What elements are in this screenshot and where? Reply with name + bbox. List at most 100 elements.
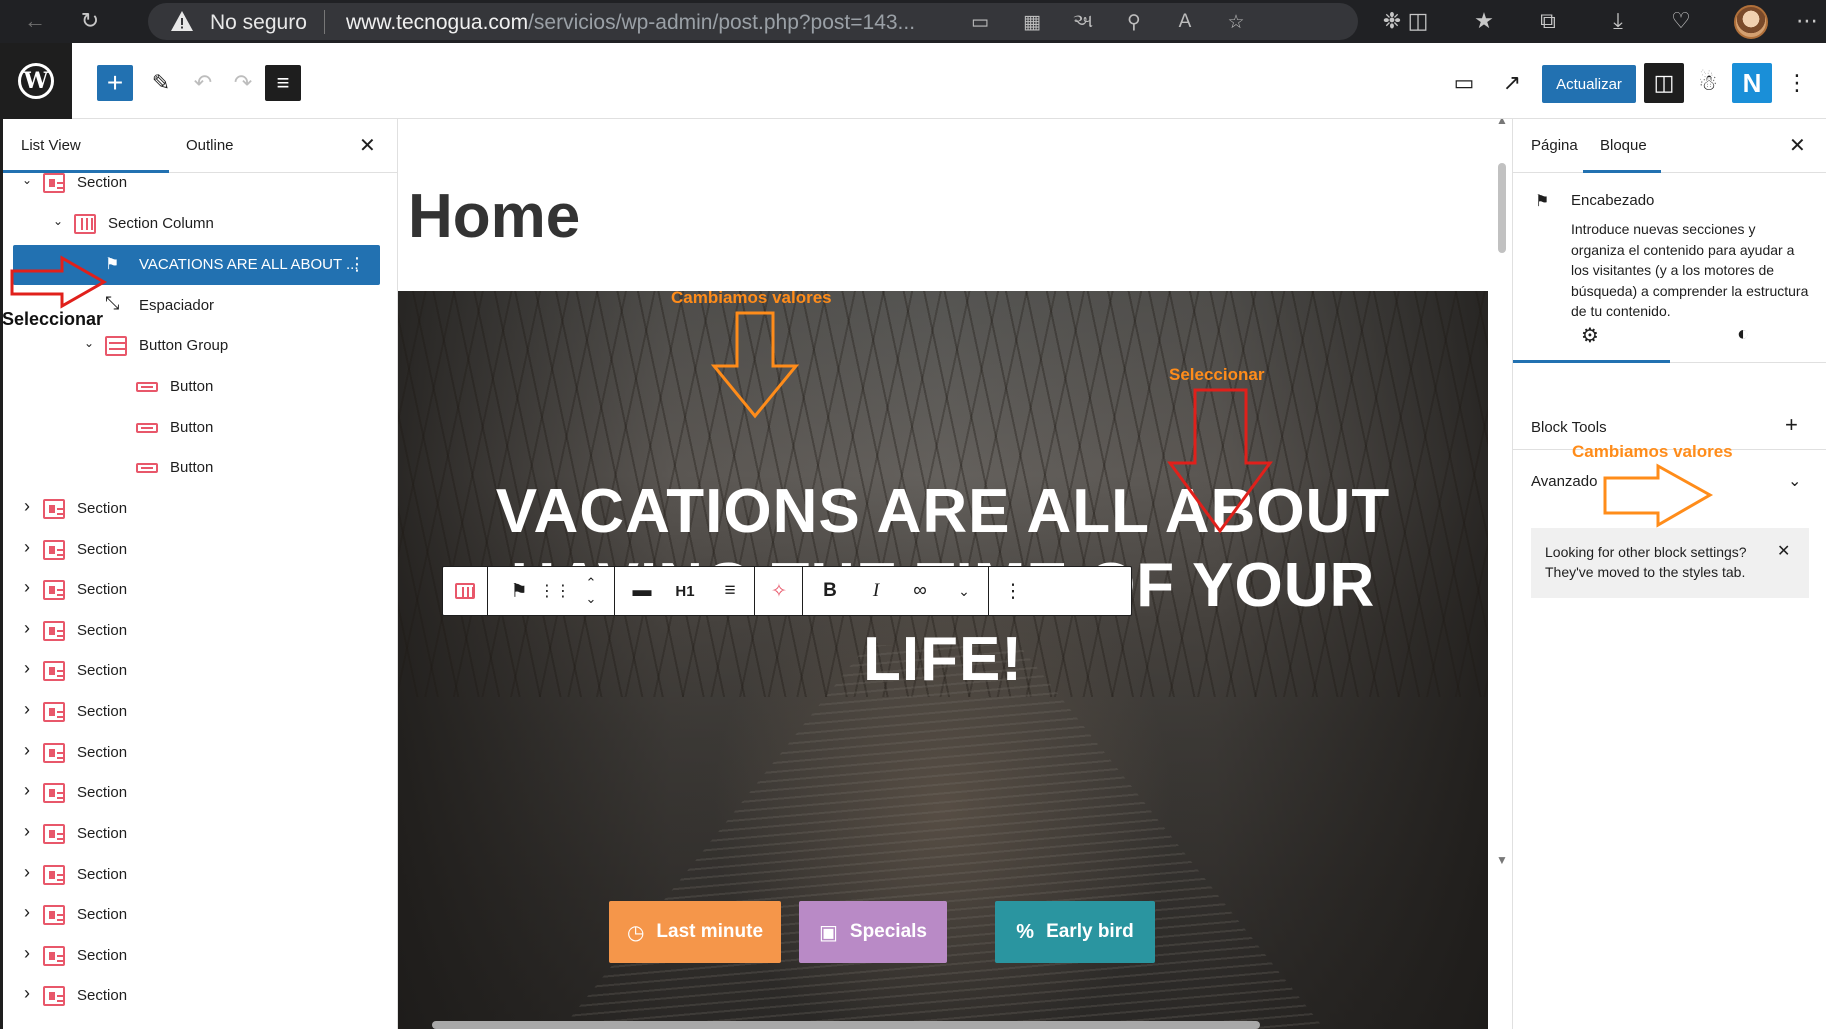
chevron-right-icon[interactable]: › <box>19 618 35 639</box>
vertical-scroll-thumb[interactable] <box>1498 163 1506 253</box>
chevron-down-icon[interactable]: ⌄ <box>50 214 66 228</box>
drag-handle-icon[interactable]: ⋮⋮ <box>537 567 573 615</box>
chevron-right-icon[interactable]: › <box>19 577 35 598</box>
list-item-section[interactable]: › Section <box>3 692 398 732</box>
block-options-icon[interactable]: ⋮ <box>991 567 1035 615</box>
menu-dots-icon[interactable]: ⋯ <box>1792 6 1822 36</box>
zoom-icon[interactable]: ⚲ <box>1121 9 1147 35</box>
list-item-section[interactable]: › Section <box>3 855 398 895</box>
redo-icon[interactable]: ↷ <box>225 65 261 101</box>
heading-bookmark-icon[interactable]: ⚑ <box>501 567 537 615</box>
chevron-down-icon[interactable]: ⌄ <box>19 173 35 187</box>
vertical-scrollbar[interactable]: ▲ ▼ <box>1492 119 1512 1019</box>
chevron-right-icon[interactable]: › <box>19 699 35 720</box>
early-bird-button[interactable]: % Early bird <box>995 901 1155 963</box>
favorite-star-icon[interactable]: ☆ <box>1223 9 1249 35</box>
apps-icon[interactable]: ▦ <box>1019 9 1045 35</box>
favorites-icon[interactable]: ★ <box>1469 6 1499 36</box>
more-rich-text-icon[interactable]: ⌄ <box>943 567 985 615</box>
update-button[interactable]: Actualizar <box>1542 65 1636 103</box>
italic-button[interactable]: I <box>855 567 897 615</box>
plugin-n-button[interactable]: N <box>1732 63 1772 103</box>
list-item-section[interactable]: › Section <box>3 976 398 1016</box>
heading-level-button[interactable]: H1 <box>665 567 705 615</box>
close-icon[interactable]: ✕ <box>1777 542 1790 562</box>
chevron-right-icon[interactable]: › <box>19 821 35 842</box>
profile-avatar[interactable] <box>1734 5 1768 39</box>
close-icon[interactable]: ✕ <box>359 133 376 158</box>
list-item-section[interactable]: › Section <box>3 814 398 854</box>
list-item-button[interactable]: Button <box>3 367 398 407</box>
chevron-right-icon[interactable]: › <box>19 496 35 517</box>
read-aloud-icon[interactable]: A <box>1172 9 1198 35</box>
bold-button[interactable]: B <box>809 567 851 615</box>
chevron-right-icon[interactable]: › <box>19 658 35 679</box>
styles-contrast-icon[interactable]: ◐ <box>1737 323 1749 346</box>
list-item-group[interactable]: ⌄ Button Group <box>3 326 398 366</box>
specials-button[interactable]: ▣ Specials <box>799 901 947 963</box>
tab-list-view[interactable]: List View <box>21 137 81 154</box>
pencil-icon[interactable]: ✎ <box>143 65 179 101</box>
plus-icon[interactable]: + <box>1785 412 1798 438</box>
plugin-owl-icon[interactable]: ☃ <box>1690 65 1726 101</box>
translate-icon[interactable]: અ <box>1070 9 1096 35</box>
collections-icon[interactable]: ⧉ <box>1533 6 1563 36</box>
document-overview-button[interactable]: ≡ <box>265 65 301 101</box>
chevron-down-icon[interactable]: ⌄ <box>81 336 97 350</box>
chevron-down-icon[interactable]: ⌄ <box>1788 471 1801 491</box>
warning-icon[interactable] <box>170 10 194 32</box>
tab-block[interactable]: Bloque <box>1600 137 1647 154</box>
horizontal-scroll-thumb[interactable] <box>432 1021 1260 1029</box>
external-link-icon[interactable]: ↗ <box>1494 65 1530 101</box>
align-wide-icon[interactable]: ▬ <box>623 567 661 615</box>
downloads-icon[interactable]: ⤓ <box>1603 6 1633 36</box>
move-up-down-icon[interactable]: ⌃ ⌄ <box>573 567 609 615</box>
parent-column-icon[interactable] <box>443 567 487 615</box>
chevron-right-icon[interactable]: › <box>19 862 35 883</box>
gear-icon[interactable]: ⚙ <box>1581 323 1599 348</box>
chevron-right-icon[interactable]: › <box>19 902 35 923</box>
address-bar[interactable]: No seguro www.tecnogua.com/servicios/wp-… <box>148 3 1358 40</box>
list-item-section[interactable]: › Section <box>3 895 398 935</box>
block-options-icon[interactable]: ⋮ <box>348 254 366 275</box>
chevron-right-icon[interactable]: › <box>19 780 35 801</box>
add-block-button[interactable]: + <box>97 65 133 101</box>
link-icon[interactable]: ∞ <box>899 567 941 615</box>
settings-sidebar-button[interactable]: ◫ <box>1644 63 1684 103</box>
list-item-section[interactable]: › Section <box>3 773 398 813</box>
list-item-section[interactable]: › Section <box>3 570 398 610</box>
health-icon[interactable]: ♡ <box>1666 6 1696 36</box>
device-icon[interactable]: ▭ <box>967 9 993 35</box>
tab-outline[interactable]: Outline <box>186 137 234 154</box>
list-item-button[interactable]: Button <box>3 408 398 448</box>
chevron-right-icon[interactable]: › <box>19 983 35 1004</box>
close-icon[interactable]: ✕ <box>1789 133 1806 158</box>
chevron-right-icon[interactable]: › <box>19 740 35 761</box>
last-minute-button[interactable]: ◷ Last minute <box>609 901 781 963</box>
text-align-icon[interactable]: ≡ <box>711 567 749 615</box>
chevron-right-icon[interactable]: › <box>19 943 35 964</box>
undo-icon[interactable]: ↶ <box>185 65 221 101</box>
split-screen-icon[interactable]: ◫ <box>1403 6 1433 36</box>
preview-desktop-icon[interactable]: ▭ <box>1446 65 1482 101</box>
reload-icon[interactable]: ↻ <box>75 6 105 36</box>
advanced-panel-toggle[interactable]: Avanzado <box>1531 473 1597 490</box>
list-item-section[interactable]: › Section <box>3 530 398 570</box>
chevron-right-icon[interactable]: › <box>19 537 35 558</box>
list-item-heading[interactable]: ⚑ VACATIONS ARE ALL ABOUT ... ⋮ <box>13 245 380 285</box>
options-menu-icon[interactable]: ⋮ <box>1779 65 1815 101</box>
list-item-section[interactable]: ⌄ Section <box>3 163 398 203</box>
hero-section[interactable]: VACATIONS ARE ALL ABOUT HAVING THE TIME … <box>398 291 1488 1029</box>
page-title[interactable]: Home <box>408 181 580 252</box>
list-item-column[interactable]: ⌄ Section Column <box>3 204 398 244</box>
list-item-section[interactable]: › Section <box>3 611 398 651</box>
tab-page[interactable]: Página <box>1531 137 1578 154</box>
list-item-section[interactable]: › Section <box>3 936 398 976</box>
list-item-button[interactable]: Button <box>3 448 398 488</box>
list-item-section[interactable]: › Section <box>3 489 398 529</box>
ai-sparkle-icon[interactable]: ✧ <box>757 567 801 615</box>
list-item-section[interactable]: › Section <box>3 733 398 773</box>
list-item-section[interactable]: › Section <box>3 651 398 691</box>
wordpress-logo[interactable]: W <box>0 43 72 119</box>
back-icon[interactable]: ← <box>20 6 50 36</box>
